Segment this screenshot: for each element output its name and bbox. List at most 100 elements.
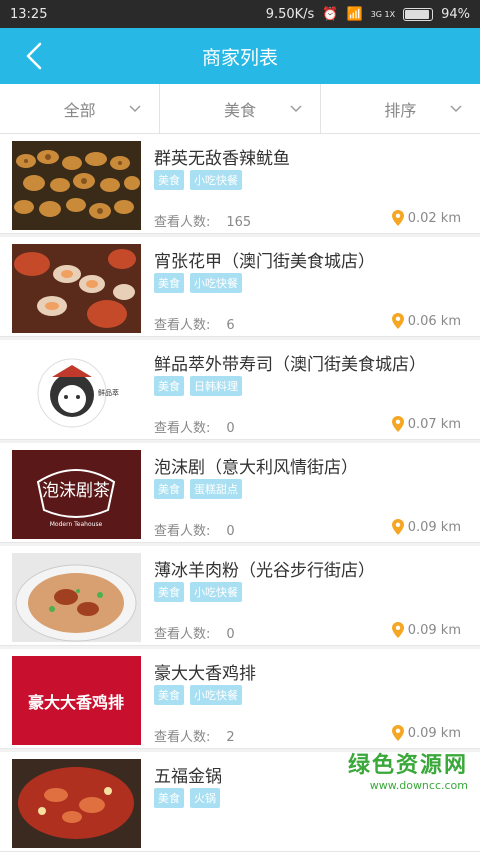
battery-icon bbox=[403, 8, 433, 21]
teahouse-subtext: Modern Teahouse bbox=[50, 521, 103, 528]
merchant-name: 薄冰羊肉粉（光谷步行街店） bbox=[154, 556, 375, 581]
merchant-tags: 美食 小吃快餐 bbox=[154, 273, 242, 293]
views-value: 0 bbox=[226, 627, 234, 642]
views-label: 查看人数: bbox=[154, 730, 210, 745]
views-value: 2 bbox=[226, 730, 234, 745]
category-tag: 美食 bbox=[154, 273, 184, 293]
views-label: 查看人数: bbox=[154, 421, 210, 436]
distance-value: 0.07 km bbox=[408, 417, 461, 432]
subcategory-tag: 日韩料理 bbox=[190, 376, 242, 396]
merchant-tags: 美食 小吃快餐 bbox=[154, 685, 242, 705]
views-count: 查看人数: 0 bbox=[154, 623, 235, 642]
merchant-tags: 美食 火锅 bbox=[154, 788, 220, 808]
merchant-row[interactable]: 宵张花甲（澳门街美食城店） 美食 小吃快餐 查看人数: 6 0.06 km bbox=[0, 237, 480, 337]
category-tag: 美食 bbox=[154, 170, 184, 190]
merchant-row[interactable]: 鲜品萃 鲜品萃外带寿司（澳门街美食城店） 美食 日韩料理 查看人数: 0 0.07… bbox=[0, 340, 480, 440]
category-tag: 美食 bbox=[154, 376, 184, 396]
merchant-tags: 美食 日韩料理 bbox=[154, 376, 242, 396]
distance: 0.09 km bbox=[392, 519, 461, 535]
views-value: 0 bbox=[226, 421, 234, 436]
merchant-thumbnail bbox=[12, 553, 141, 642]
distance: 0.09 km bbox=[392, 622, 461, 638]
merchant-name: 鲜品萃外带寿司（澳门街美食城店） bbox=[154, 350, 426, 375]
subcategory-tag: 小吃快餐 bbox=[190, 582, 242, 602]
sushi-brand-text: 鲜品萃 bbox=[98, 388, 119, 397]
network-speed: 9.50K/s bbox=[266, 7, 315, 22]
chevron-down-icon bbox=[450, 102, 462, 114]
distance-value: 0.06 km bbox=[408, 314, 461, 329]
filter-category[interactable]: 全部 bbox=[0, 84, 160, 133]
distance: 0.07 km bbox=[392, 416, 461, 432]
location-pin-icon bbox=[392, 622, 404, 638]
distance: 0.02 km bbox=[392, 210, 461, 226]
watermark-url: www.downcc.com bbox=[348, 779, 468, 792]
views-count: 查看人数: 0 bbox=[154, 417, 235, 436]
merchant-thumbnail: 豪大大香鸡排 bbox=[12, 656, 141, 745]
filter-label: 排序 bbox=[384, 97, 416, 121]
location-pin-icon bbox=[392, 313, 404, 329]
filter-bar: 全部 美食 排序 bbox=[0, 84, 480, 134]
page-title: 商家列表 bbox=[202, 43, 278, 70]
views-value: 6 bbox=[226, 318, 234, 333]
distance-value: 0.02 km bbox=[408, 211, 461, 226]
views-value: 0 bbox=[226, 524, 234, 539]
views-label: 查看人数: bbox=[154, 215, 210, 230]
merchant-thumbnail: 鲜品萃 bbox=[12, 347, 141, 436]
filter-type[interactable]: 美食 bbox=[160, 84, 320, 133]
category-tag: 美食 bbox=[154, 582, 184, 602]
views-label: 查看人数: bbox=[154, 524, 210, 539]
network-type: 3G 1X bbox=[371, 10, 395, 19]
watermark: 绿色资源网 www.downcc.com bbox=[348, 747, 468, 792]
merchant-tags: 美食 小吃快餐 bbox=[154, 170, 242, 190]
merchant-name: 宵张花甲（澳门街美食城店） bbox=[154, 247, 375, 272]
location-pin-icon bbox=[392, 416, 404, 432]
views-value: 165 bbox=[226, 215, 251, 230]
merchant-name: 豪大大香鸡排 bbox=[154, 659, 256, 684]
views-count: 查看人数: 0 bbox=[154, 520, 235, 539]
merchant-name: 群英无敌香辣鱿鱼 bbox=[154, 144, 290, 169]
teahouse-logo-text: 泡沫剧茶 bbox=[42, 481, 110, 501]
merchant-row[interactable]: 泡沫剧茶 Modern Teahouse 泡沫剧（意大利风情街店） 美食 蛋糕甜… bbox=[0, 443, 480, 543]
filter-label: 美食 bbox=[224, 97, 256, 121]
distance-value: 0.09 km bbox=[408, 726, 461, 741]
filter-label: 全部 bbox=[64, 97, 96, 121]
merchant-tags: 美食 小吃快餐 bbox=[154, 582, 242, 602]
location-pin-icon bbox=[392, 725, 404, 741]
status-time: 13:25 bbox=[10, 7, 266, 22]
back-arrow-icon[interactable] bbox=[18, 36, 58, 76]
merchant-row[interactable]: 豪大大香鸡排 豪大大香鸡排 美食 小吃快餐 查看人数: 2 0.09 km bbox=[0, 649, 480, 749]
status-bar: 13:25 9.50K/s ⏰ 📶 3G 1X 94% bbox=[0, 0, 480, 28]
battery-percent: 94% bbox=[441, 7, 470, 22]
distance-value: 0.09 km bbox=[408, 623, 461, 638]
chevron-down-icon bbox=[290, 102, 302, 114]
merchant-row[interactable]: 薄冰羊肉粉（光谷步行街店） 美食 小吃快餐 查看人数: 0 0.09 km bbox=[0, 546, 480, 646]
category-tag: 美食 bbox=[154, 479, 184, 499]
alarm-icon: ⏰ bbox=[322, 7, 338, 22]
chevron-down-icon bbox=[129, 102, 141, 114]
merchant-name: 五福金锅 bbox=[154, 762, 222, 787]
distance-value: 0.09 km bbox=[408, 520, 461, 535]
distance: 0.09 km bbox=[392, 725, 461, 741]
watermark-title: 绿色资源网 bbox=[348, 747, 468, 779]
merchant-name: 泡沫剧（意大利风情街店） bbox=[154, 453, 358, 478]
views-count: 查看人数: 165 bbox=[154, 211, 251, 230]
merchant-thumbnail bbox=[12, 759, 141, 848]
merchant-thumbnail bbox=[12, 141, 141, 230]
views-label: 查看人数: bbox=[154, 627, 210, 642]
views-count: 查看人数: 6 bbox=[154, 314, 235, 333]
location-pin-icon bbox=[392, 519, 404, 535]
views-label: 查看人数: bbox=[154, 318, 210, 333]
merchant-thumbnail bbox=[12, 244, 141, 333]
category-tag: 美食 bbox=[154, 788, 184, 808]
distance: 0.06 km bbox=[392, 313, 461, 329]
merchant-row[interactable]: 群英无敌香辣鱿鱼 美食 小吃快餐 查看人数: 165 0.02 km bbox=[0, 134, 480, 234]
merchant-thumbnail: 泡沫剧茶 Modern Teahouse bbox=[12, 450, 141, 539]
category-tag: 美食 bbox=[154, 685, 184, 705]
header: 商家列表 bbox=[0, 28, 480, 84]
filter-sort[interactable]: 排序 bbox=[321, 84, 480, 133]
subcategory-tag: 小吃快餐 bbox=[190, 170, 242, 190]
location-pin-icon bbox=[392, 210, 404, 226]
merchant-tags: 美食 蛋糕甜点 bbox=[154, 479, 242, 499]
subcategory-tag: 小吃快餐 bbox=[190, 273, 242, 293]
wifi-icon: 📶 bbox=[347, 7, 363, 22]
